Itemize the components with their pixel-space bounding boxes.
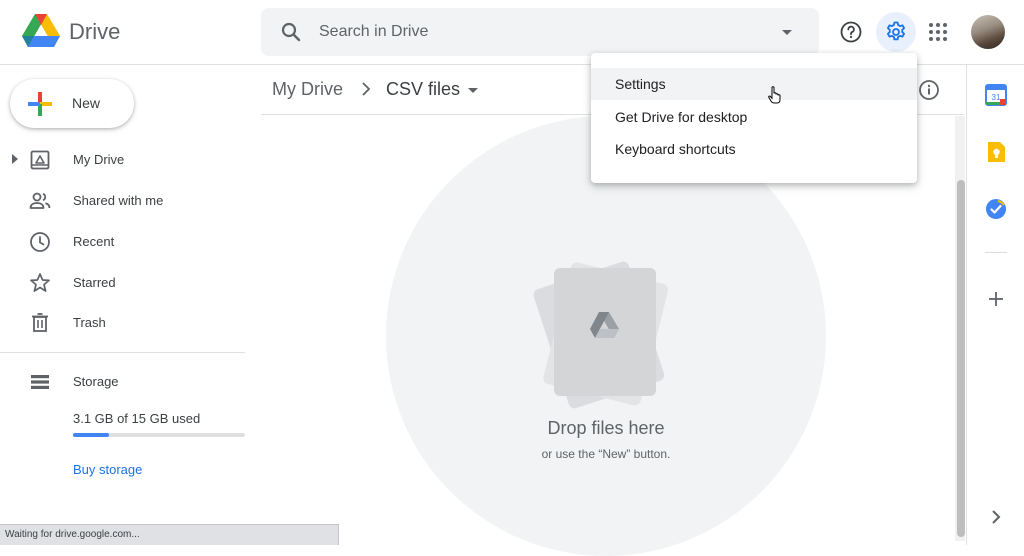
sidebar-item-trash[interactable]: Trash: [0, 303, 245, 343]
expand-arrow-icon[interactable]: [12, 154, 18, 164]
drop-files-illustration-icon: [533, 261, 669, 409]
side-panel-divider: [985, 252, 1007, 253]
star-icon: [30, 273, 50, 292]
storage-usage-text: 3.1 GB of 15 GB used: [73, 411, 201, 426]
sidebar-divider: [0, 352, 245, 353]
sidebar-item-label: Trash: [73, 315, 106, 330]
keep-icon[interactable]: [984, 140, 1008, 164]
storage-icon: [31, 375, 49, 389]
app-name[interactable]: Drive: [69, 19, 120, 45]
drop-files-title: Drop files here: [547, 418, 665, 438]
breadcrumb-my-drive[interactable]: My Drive: [272, 79, 343, 100]
new-button[interactable]: New: [10, 79, 134, 128]
browser-status-bar: Waiting for drive.google.com...: [0, 524, 339, 545]
hand-cursor-icon: [768, 86, 781, 104]
sidebar-item-recent[interactable]: Recent: [0, 222, 245, 262]
storage-progress-bar: [73, 433, 245, 437]
google-apps-button[interactable]: [918, 12, 958, 52]
calendar-day: 31: [992, 93, 1001, 102]
tasks-icon[interactable]: [984, 197, 1008, 221]
sidebar-item-shared[interactable]: Shared with me: [0, 181, 245, 221]
search-icon[interactable]: [279, 20, 303, 44]
sidebar-item-storage[interactable]: Storage: [0, 362, 245, 402]
calendar-icon[interactable]: 31: [984, 83, 1008, 107]
trash-icon: [32, 313, 48, 332]
side-panel: 31: [966, 65, 1024, 545]
storage-progress-fill: [73, 433, 109, 437]
search-options-icon[interactable]: [775, 20, 799, 44]
sidebar-item-label: My Drive: [73, 152, 125, 167]
chevron-right-icon[interactable]: [984, 505, 1008, 529]
sidebar-item-my-drive[interactable]: My Drive: [0, 140, 245, 180]
settings-menu: Settings Get Drive for desktop Keyboard …: [591, 53, 917, 183]
folder-menu-caret-icon[interactable]: [468, 88, 478, 93]
my-drive-icon: [30, 150, 50, 170]
people-icon: [29, 192, 51, 209]
settings-button[interactable]: [876, 12, 916, 52]
help-icon: [840, 21, 862, 43]
sidebar-item-label: Recent: [73, 234, 115, 249]
status-text: Waiting for drive.google.com...: [5, 529, 140, 540]
help-button[interactable]: [831, 12, 871, 52]
menu-item-settings[interactable]: Settings: [591, 68, 917, 100]
chevron-right-icon: [362, 82, 371, 96]
drop-files-subtitle: or use the “New” button.: [541, 447, 671, 461]
sidebar-item-starred[interactable]: Starred: [0, 263, 245, 303]
info-icon[interactable]: [918, 79, 940, 101]
new-button-label: New: [72, 95, 101, 111]
drive-logo-icon[interactable]: [22, 14, 60, 48]
clock-icon: [30, 232, 50, 252]
scrollbar-thumb[interactable]: [957, 180, 965, 537]
add-addon-icon[interactable]: [984, 287, 1008, 311]
buy-storage-link[interactable]: Buy storage: [73, 462, 142, 477]
account-avatar[interactable]: [971, 15, 1005, 49]
breadcrumb-current-folder[interactable]: CSV files: [386, 79, 460, 100]
gear-icon: [887, 21, 905, 41]
search-input[interactable]: [319, 21, 759, 43]
menu-item-get-drive-desktop[interactable]: Get Drive for desktop: [591, 101, 917, 133]
search-bar[interactable]: [261, 8, 819, 56]
sidebar-item-label: Starred: [73, 275, 116, 290]
sidebar-item-label: Shared with me: [73, 193, 164, 208]
sidebar-item-label: Storage: [73, 374, 119, 389]
apps-grid-icon: [929, 23, 947, 41]
plus-icon: [28, 92, 52, 116]
menu-item-keyboard-shortcuts[interactable]: Keyboard shortcuts: [591, 133, 917, 165]
